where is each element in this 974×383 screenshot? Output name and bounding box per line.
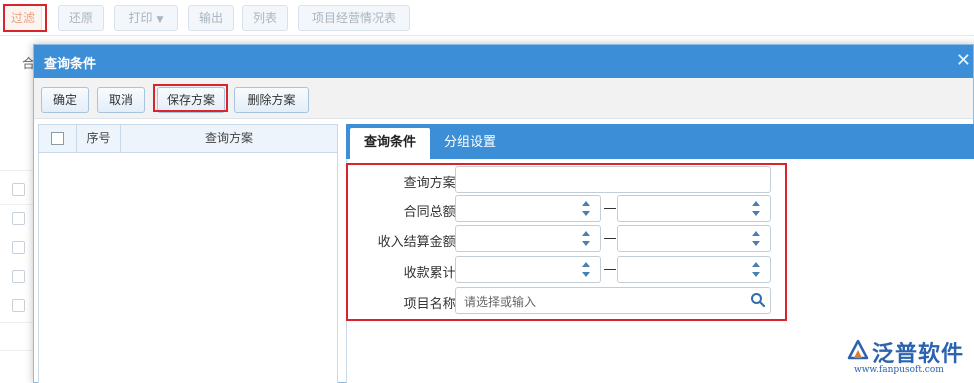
caret-down-icon: ▼ (156, 15, 164, 25)
dialog-tab-bar: 查询条件 分组设置 (346, 124, 974, 159)
row-checkbox[interactable] (12, 212, 25, 225)
row-divider (0, 322, 34, 323)
row-divider (0, 204, 34, 205)
tab-group-settings[interactable]: 分组设置 (434, 128, 506, 159)
filter-highlight-box (3, 4, 47, 32)
main-toolbar: 过滤 还原 打印 ▼ 输出 列表 项目经营情况表 (0, 0, 974, 36)
brand-logo: 泛普软件 www.fanpusoft.com (844, 334, 970, 382)
confirm-button[interactable]: 确定 (41, 87, 89, 113)
row-divider (0, 350, 34, 351)
restore-button[interactable]: 还原 (58, 5, 104, 31)
scheme-table-header: 序号 查询方案 (39, 125, 337, 153)
logo-mark-icon (847, 339, 869, 360)
row-checkbox[interactable] (12, 270, 25, 283)
list-button[interactable]: 列表 (242, 5, 288, 31)
scheme-list-panel: 序号 查询方案 (38, 124, 338, 383)
row-checkbox[interactable] (12, 241, 25, 254)
tab-query-conditions[interactable]: 查询条件 (350, 128, 430, 159)
save-scheme-highlight-box (153, 84, 228, 112)
print-button-label: 打印 (128, 11, 153, 25)
close-icon[interactable]: ✕ (956, 50, 971, 71)
row-checkbox[interactable] (12, 183, 25, 196)
row-divider (0, 170, 34, 171)
print-button[interactable]: 打印 ▼ (114, 5, 178, 31)
select-all-column (39, 125, 77, 153)
cancel-button[interactable]: 取消 (97, 87, 145, 113)
dialog-header: 查询条件 ✕ (34, 45, 973, 78)
column-header-scheme: 查询方案 (204, 131, 253, 145)
column-header-index: 序号 (77, 125, 121, 153)
delete-scheme-button[interactable]: 删除方案 (234, 87, 309, 113)
query-form-highlight-box (346, 163, 787, 321)
logo-name: 泛普软件 (872, 342, 965, 367)
export-button[interactable]: 输出 (188, 5, 234, 31)
dialog-title: 查询条件 (44, 57, 97, 72)
project-report-button[interactable]: 项目经营情况表 (298, 5, 410, 31)
row-checkbox[interactable] (12, 299, 25, 312)
logo-url: www.fanpusoft.com (854, 365, 944, 375)
select-all-checkbox[interactable] (51, 132, 64, 145)
